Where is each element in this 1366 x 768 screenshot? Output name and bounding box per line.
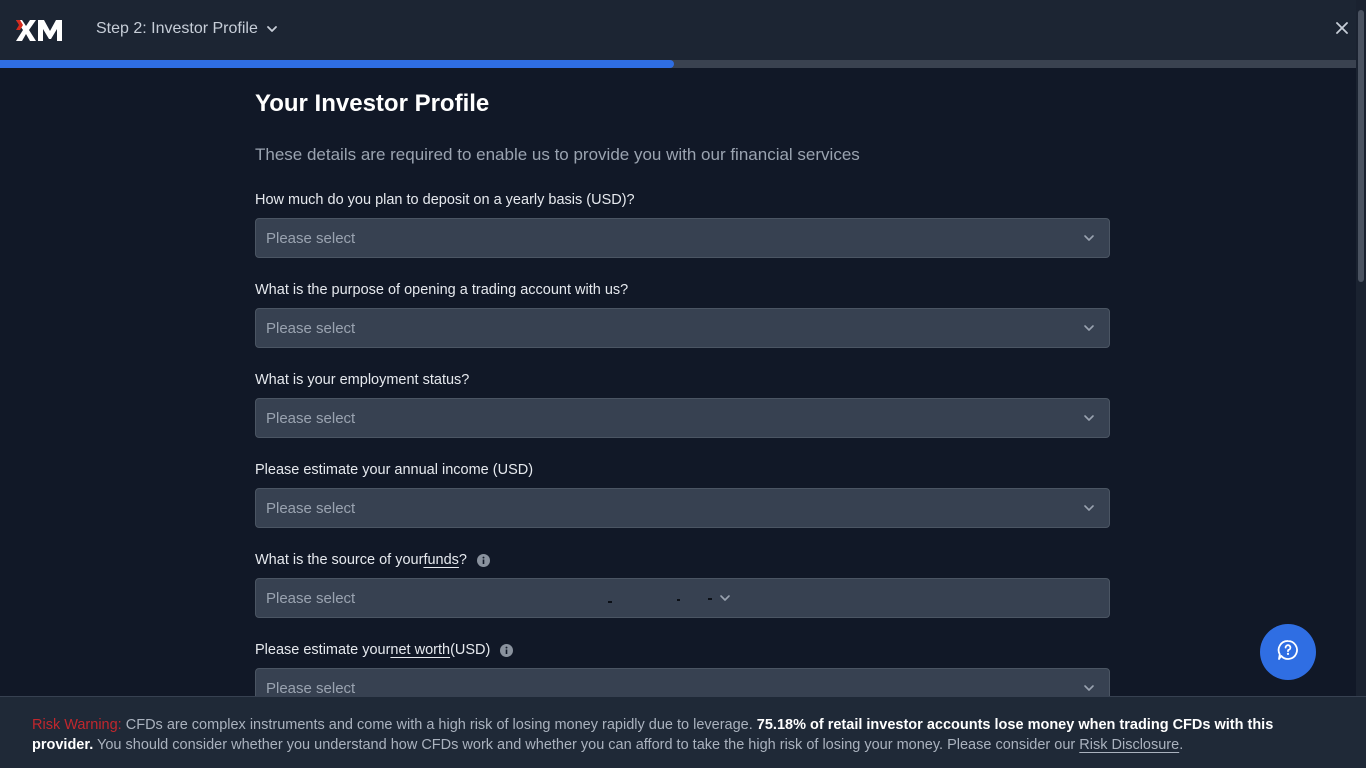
select-placeholder: Please select — [266, 679, 356, 697]
deposit-select[interactable]: Please select — [255, 218, 1110, 258]
deposit-label: How much do you plan to deposit on a yea… — [255, 192, 635, 208]
risk-warning-text: Risk Warning: CFDs are complex instrumen… — [32, 715, 1332, 755]
select-placeholder: Please select — [266, 229, 356, 247]
progress-bar-fill — [0, 60, 674, 68]
select-placeholder: Please select — [266, 409, 356, 427]
net-worth-label: Please estimate your net worth (USD) — [255, 642, 514, 658]
select-placeholder: Please select — [266, 589, 356, 607]
risk-warning-bar: Risk Warning: CFDs are complex instrumen… — [0, 696, 1366, 768]
purpose-label: What is the purpose of opening a trading… — [255, 282, 629, 298]
chat-help-icon — [1277, 639, 1299, 666]
purpose-select[interactable]: Please select — [255, 308, 1110, 348]
risk-warning-body: CFDs are complex instruments and come wi… — [121, 717, 757, 733]
chevron-down-icon — [1083, 499, 1095, 517]
risk-disclosure-link[interactable]: Risk Disclosure — [1079, 737, 1179, 753]
info-icon[interactable] — [500, 643, 514, 657]
xm-logo[interactable] — [16, 20, 64, 41]
scrollbar-thumb[interactable] — [1358, 10, 1364, 282]
chat-help-button[interactable] — [1260, 624, 1316, 680]
source-of-funds-select[interactable]: Please select — [255, 578, 1110, 618]
chevron-down-icon — [1083, 679, 1095, 697]
risk-warning-end: . — [1179, 737, 1184, 753]
employment-label: What is your employment status? — [255, 372, 470, 388]
close-button[interactable] — [1332, 20, 1352, 40]
label-text: What is the source of your — [255, 552, 424, 568]
risk-warning-label: Risk Warning: — [32, 717, 122, 733]
step-dropdown[interactable]: Step 2: Investor Profile — [96, 20, 278, 38]
app-root: Step 2: Investor Profile Your Investor P… — [0, 0, 1366, 768]
income-select[interactable]: Please select — [255, 488, 1110, 528]
step-label-text: Step 2: Investor Profile — [96, 20, 258, 37]
employment-select[interactable]: Please select — [255, 398, 1110, 438]
info-icon[interactable] — [477, 553, 490, 567]
close-icon — [1336, 21, 1348, 39]
label-text: ? — [458, 552, 467, 568]
chevron-down-icon — [1083, 409, 1095, 427]
chevron-down-icon — [266, 20, 278, 38]
risk-warning-body: You should consider whether you understa… — [93, 737, 1080, 753]
label-text: (USD) — [450, 642, 491, 658]
chevron-down-icon — [1083, 229, 1095, 247]
chevron-down-icon — [719, 589, 731, 607]
progress-bar — [0, 60, 1356, 68]
select-placeholder: Please select — [266, 499, 356, 517]
funds-link[interactable]: funds — [423, 552, 458, 568]
income-label: Please estimate your annual income (USD) — [255, 462, 534, 478]
source-of-funds-label: What is the source of your funds? — [255, 552, 490, 568]
page-title: Your Investor Profile — [255, 90, 490, 117]
chevron-down-icon — [1083, 319, 1095, 337]
select-placeholder: Please select — [266, 319, 356, 337]
page-subtitle: These details are required to enable us … — [255, 145, 860, 164]
top-bar: Step 2: Investor Profile — [0, 0, 1356, 60]
label-text: Please estimate your — [255, 642, 391, 658]
net-worth-link[interactable]: net worth — [390, 642, 450, 658]
